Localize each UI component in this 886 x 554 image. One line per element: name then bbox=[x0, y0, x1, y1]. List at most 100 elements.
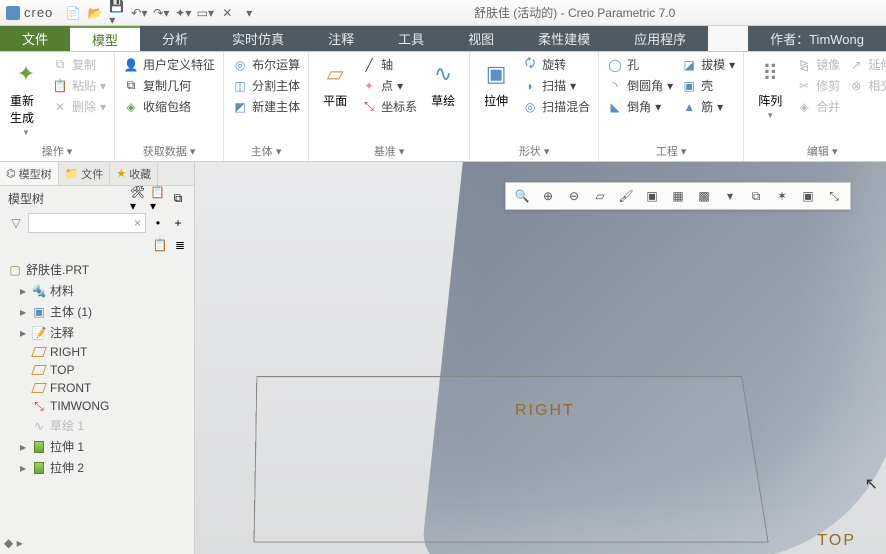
tree-top-plane[interactable]: TOP bbox=[4, 361, 190, 379]
zoom-out-icon[interactable]: ⊖ bbox=[564, 186, 584, 206]
tab-flex[interactable]: 柔性建模 bbox=[516, 26, 612, 51]
tree-show-icon[interactable]: 📋▾ bbox=[150, 191, 166, 207]
filter-icon[interactable]: ▽ bbox=[8, 215, 24, 231]
tab-analysis[interactable]: 分析 bbox=[140, 26, 210, 51]
insert-marker[interactable]: ◆ ▸ bbox=[0, 532, 194, 554]
spin-icon[interactable]: 🖌 bbox=[616, 186, 636, 206]
regen-icon[interactable]: ✦▾ bbox=[175, 5, 191, 21]
csys-display-icon[interactable]: ⤡ bbox=[824, 186, 844, 206]
udf-icon: 👤 bbox=[123, 57, 139, 73]
copygeom-button[interactable]: ⧉复制几何 bbox=[123, 77, 215, 94]
tab-view[interactable]: 视图 bbox=[446, 26, 516, 51]
new-file-icon[interactable]: 📄 bbox=[65, 5, 81, 21]
part-icon: ▢ bbox=[8, 263, 22, 277]
datum-display-icon[interactable]: ⧉ bbox=[746, 186, 766, 206]
tab-apps[interactable]: 应用程序 bbox=[612, 26, 708, 51]
tree-materials[interactable]: ▸🔩材料 bbox=[4, 280, 190, 301]
round-icon: ◝ bbox=[607, 78, 623, 94]
zoom-in-icon[interactable]: ⊕ bbox=[538, 186, 558, 206]
paste-button[interactable]: 📋粘贴 ▾ bbox=[52, 77, 106, 94]
tree-sketch1[interactable]: ∿草绘 1 bbox=[4, 415, 190, 436]
repaint-icon[interactable]: ▱ bbox=[590, 186, 610, 206]
revolve-button[interactable]: 🗘旋转 bbox=[522, 56, 590, 73]
side-tab-files[interactable]: 📁文件 bbox=[59, 162, 111, 185]
side-tab-modeltree[interactable]: ⌬模型树 bbox=[0, 162, 59, 185]
windows-icon[interactable]: ▭▾ bbox=[197, 5, 213, 21]
point-button[interactable]: ✦点 ▾ bbox=[361, 77, 417, 94]
sketch-button[interactable]: ∿ 草绘 bbox=[425, 56, 461, 111]
tab-file[interactable]: 文件 bbox=[0, 26, 70, 51]
chevron-down-icon[interactable]: ▾ bbox=[720, 186, 740, 206]
pattern-button[interactable]: ⠿ 阵列 ▼ bbox=[752, 56, 788, 122]
chamfer-button[interactable]: ◣倒角 ▾ bbox=[607, 98, 673, 115]
close-window-icon[interactable]: ✕ bbox=[219, 5, 235, 21]
expand-icon[interactable]: ▸ bbox=[18, 461, 28, 475]
shell-button[interactable]: ▣壳 bbox=[681, 77, 735, 94]
display-style-icon[interactable]: ▣ bbox=[642, 186, 662, 206]
tab-author[interactable]: 作者：TimWong bbox=[748, 26, 886, 51]
sweepblend-button[interactable]: ◎扫描混合 bbox=[522, 98, 590, 115]
expand-icon[interactable]: ▸ bbox=[18, 440, 28, 454]
tree-csys[interactable]: ⤡TIMWONG bbox=[4, 397, 190, 415]
tree-settings-icon[interactable]: 🛠▾ bbox=[130, 191, 146, 207]
tree-layers-icon[interactable]: ≣ bbox=[172, 237, 188, 253]
extend-button[interactable]: ↗延伸 bbox=[848, 56, 886, 73]
draft-button[interactable]: ◪拔模 ▾ bbox=[681, 56, 735, 73]
mirror-button[interactable]: ⧎镜像 bbox=[796, 56, 840, 73]
copy-button[interactable]: ⧉复制 bbox=[52, 56, 106, 73]
side-tab-favorites[interactable]: ★收藏 bbox=[110, 162, 158, 185]
tree-columns-icon[interactable]: ⧉ bbox=[170, 191, 186, 207]
plane-button[interactable]: ▱ 平面 bbox=[317, 56, 353, 111]
hole-button[interactable]: ◯孔 bbox=[607, 56, 673, 73]
boolean-button[interactable]: ◎布尔运算 bbox=[232, 56, 300, 73]
collapse-icon[interactable]: • bbox=[150, 215, 166, 231]
rib-button[interactable]: ▲筋 ▾ bbox=[681, 98, 735, 115]
tree-right-plane[interactable]: RIGHT bbox=[4, 343, 190, 361]
axis-button[interactable]: ╱轴 bbox=[361, 56, 417, 73]
shrinkwrap-button[interactable]: ◈收缩包络 bbox=[123, 98, 215, 115]
tab-tools[interactable]: 工具 bbox=[376, 26, 446, 51]
perspective-icon[interactable]: ▩ bbox=[694, 186, 714, 206]
extrude-button[interactable]: ▣ 拉伸 bbox=[478, 56, 514, 111]
tree-view-icon[interactable]: 📋 bbox=[152, 237, 168, 253]
tab-rtsim[interactable]: 实时仿真 bbox=[210, 26, 306, 51]
expand-icon[interactable]: ▸ bbox=[18, 284, 28, 298]
open-file-icon[interactable]: 📂 bbox=[87, 5, 103, 21]
round-button[interactable]: ◝倒圆角 ▾ bbox=[607, 77, 673, 94]
udf-button[interactable]: 👤用户定义特征 bbox=[123, 56, 215, 73]
redo-icon[interactable]: ↷▾ bbox=[153, 5, 169, 21]
viewport-3d[interactable]: RIGHT TOP 🔍 ⊕ ⊖ ▱ 🖌 ▣ ▦ ▩ ▾ ⧉ ✶ ▣ ⤡ ↖ bbox=[195, 162, 886, 554]
point-display-icon[interactable]: ▣ bbox=[798, 186, 818, 206]
undo-icon[interactable]: ↶▾ bbox=[131, 5, 147, 21]
expand-icon[interactable]: ▸ bbox=[18, 305, 28, 319]
save-icon[interactable]: 💾▾ bbox=[109, 5, 125, 21]
expand-icon[interactable]: ▸ bbox=[18, 326, 28, 340]
filter-input[interactable]: × bbox=[28, 213, 146, 233]
tree-extrude2[interactable]: ▸拉伸 2 bbox=[4, 457, 190, 478]
tree-front-plane[interactable]: FRONT bbox=[4, 379, 190, 397]
cursor-icon: ↖ bbox=[865, 474, 878, 494]
tab-model[interactable]: 模型 bbox=[70, 26, 140, 51]
tree-extrude1[interactable]: ▸拉伸 1 bbox=[4, 436, 190, 457]
csys-button[interactable]: ⤡坐标系 bbox=[361, 98, 417, 115]
tree-annotations[interactable]: ▸📝注释 bbox=[4, 322, 190, 343]
refit-icon[interactable]: 🔍 bbox=[512, 186, 532, 206]
tab-annotate[interactable]: 注释 bbox=[306, 26, 376, 51]
plane-icon bbox=[32, 345, 46, 359]
saved-views-icon[interactable]: ▦ bbox=[668, 186, 688, 206]
add-icon[interactable]: + bbox=[170, 215, 186, 231]
tree-root[interactable]: ▢舒肤佳.PRT bbox=[4, 259, 190, 280]
delete-button[interactable]: ✕删除 ▾ bbox=[52, 98, 106, 115]
qat-menu-icon[interactable]: ▾ bbox=[241, 5, 257, 21]
splitbody-button[interactable]: ◫分割主体 bbox=[232, 77, 300, 94]
tree-right-label: RIGHT bbox=[50, 345, 87, 359]
sweep-button[interactable]: ◗扫描 ▾ bbox=[522, 77, 590, 94]
merge-button[interactable]: ◈合并 bbox=[796, 98, 840, 115]
newbody-button[interactable]: ◩新建主体 bbox=[232, 98, 300, 115]
trim-button[interactable]: ✂修剪 bbox=[796, 77, 840, 94]
tree-bodies[interactable]: ▸▣主体 (1) bbox=[4, 301, 190, 322]
axis-display-icon[interactable]: ✶ bbox=[772, 186, 792, 206]
regenerate-button[interactable]: ✦ 重新生成 ▼ bbox=[8, 56, 44, 139]
clear-icon[interactable]: × bbox=[134, 216, 141, 230]
intersect-button[interactable]: ⊗相交 bbox=[848, 77, 886, 94]
